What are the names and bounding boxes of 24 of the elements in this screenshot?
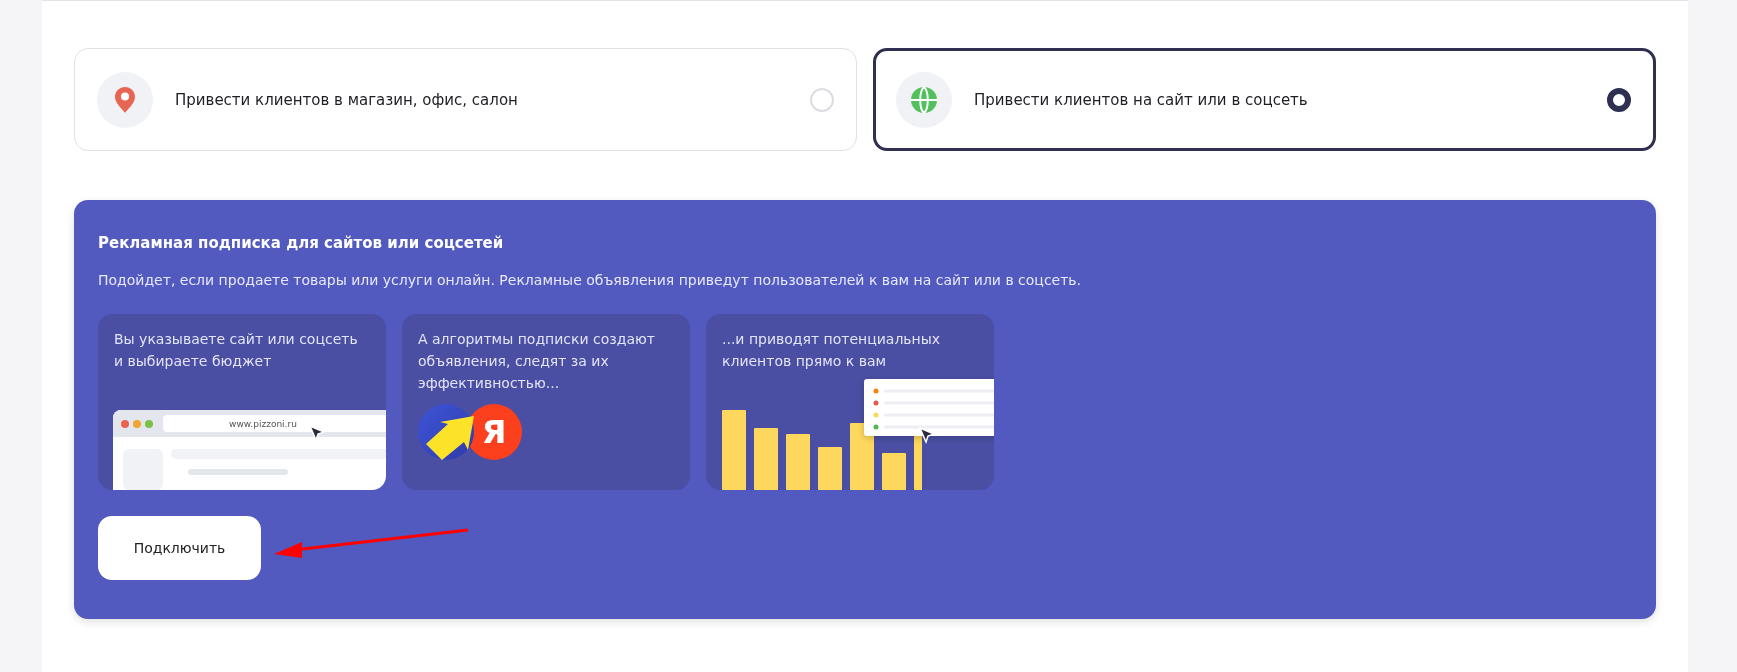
radio-button[interactable]: [1607, 87, 1631, 112]
url-text: www.pizzoni.ru: [163, 415, 386, 432]
step-text: ...и приводят потенциальных клиентов прямо к вам: [722, 330, 942, 371]
map-pin-icon: [114, 85, 136, 114]
arrow-logo-icon: [418, 404, 474, 460]
goal-option[interactable]: Привести клиентов в магазин, офис, салон: [74, 48, 857, 151]
connect-button[interactable]: Подключить: [98, 516, 261, 580]
step-text: Вы указываете сайт или соцсеть и выбираете бюджет: [114, 330, 359, 371]
goal-option[interactable]: Привести клиентов на сайт или в соцсеть: [873, 48, 1656, 151]
chart-bar: [818, 447, 842, 490]
cursor-icon: [918, 426, 936, 444]
chart-bar: [786, 434, 810, 490]
option-label: Привести клиентов в магазин, офис, салон: [175, 90, 519, 109]
window-dot: [121, 419, 129, 428]
chart-bar: [850, 423, 874, 490]
chart-bar: [754, 428, 778, 490]
window-dot: [145, 419, 153, 428]
step-text: А алгоритмы подписки создают объявления, следят за их эффективностью...: [418, 330, 656, 393]
window-dot: [133, 419, 141, 428]
panel-description: Подойдет, если продаете товары или услуги онлайн. Рекламные объявления приведут пользователей к вам на сайт или в соцсеть.: [98, 272, 1083, 288]
chart-bar: [882, 453, 906, 490]
option-label: Привести клиентов на сайт или в соцсеть: [974, 90, 1309, 109]
panel-title: Рекламная подписка для сайтов или соцсетей: [98, 234, 505, 252]
globe-icon: [910, 85, 938, 114]
